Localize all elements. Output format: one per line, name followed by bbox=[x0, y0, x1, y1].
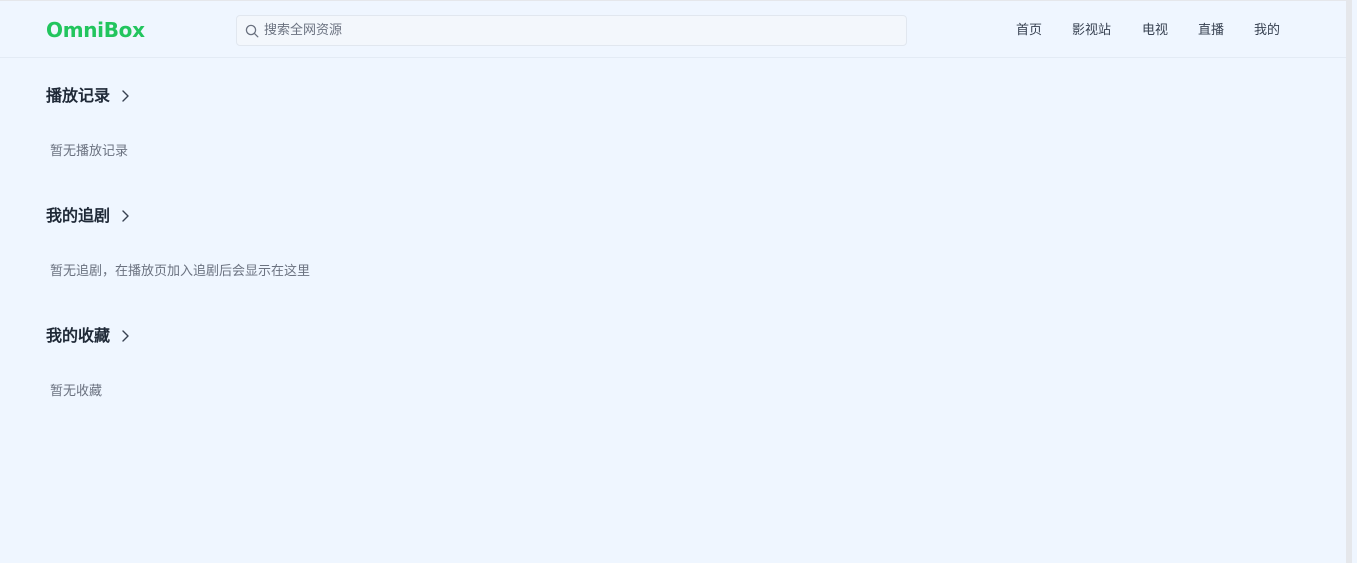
nav-tv[interactable]: 电视 bbox=[1142, 22, 1168, 40]
app-window: OmniBox 首页 影视站 电视 直播 我的 播放记录 暂无播放记录 我的追剧 bbox=[0, 0, 1357, 563]
empty-state-text: 暂无播放记录 bbox=[50, 144, 129, 159]
empty-state-text: 暂无收藏 bbox=[50, 384, 103, 399]
search-icon bbox=[245, 24, 259, 38]
section-title-favorites[interactable]: 我的收藏 bbox=[46, 325, 132, 347]
nav-video-sites[interactable]: 影视站 bbox=[1072, 22, 1111, 40]
vertical-scrollbar[interactable] bbox=[1346, 0, 1352, 563]
top-nav-bar: OmniBox 首页 影视站 电视 直播 我的 bbox=[0, 0, 1346, 58]
chevron-right-icon bbox=[122, 90, 129, 102]
section-heading: 我的追剧 bbox=[46, 206, 111, 225]
nav-mine[interactable]: 我的 bbox=[1254, 22, 1280, 40]
chevron-right-icon bbox=[122, 330, 129, 342]
chevron-right-icon bbox=[122, 210, 129, 222]
empty-state-text: 暂无追剧，在播放页加入追剧后会显示在这里 bbox=[50, 264, 311, 279]
section-title-play-history[interactable]: 播放记录 bbox=[46, 85, 132, 107]
search-box[interactable] bbox=[236, 15, 907, 46]
nav-live[interactable]: 直播 bbox=[1198, 22, 1224, 40]
section-heading: 播放记录 bbox=[46, 86, 111, 105]
logo[interactable]: OmniBox bbox=[46, 18, 145, 42]
nav-home[interactable]: 首页 bbox=[1016, 22, 1042, 40]
section-heading: 我的收藏 bbox=[46, 326, 111, 345]
section-title-following[interactable]: 我的追剧 bbox=[46, 205, 132, 227]
search-input[interactable] bbox=[264, 16, 894, 45]
